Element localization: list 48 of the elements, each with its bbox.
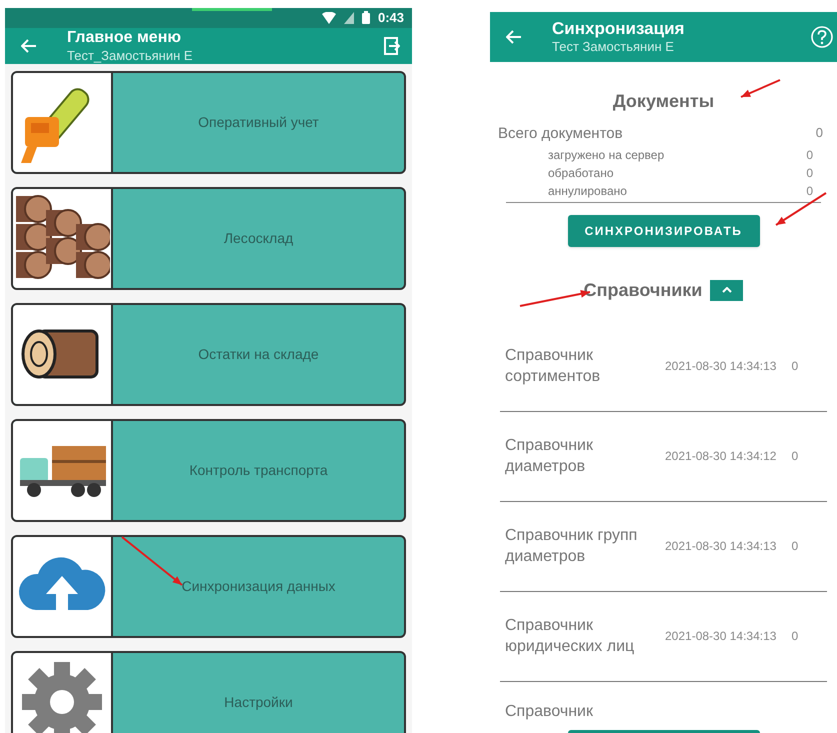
reference-date: 2021-08-30 14:34:13	[665, 358, 776, 375]
menu-item[interactable]: Контроль транспорта	[11, 418, 406, 522]
section-title: Документы	[612, 90, 714, 113]
section-title: Справочники	[584, 278, 702, 302]
total-value: 0	[816, 124, 823, 142]
detail-value: 0	[806, 164, 813, 182]
log-pile-icon	[14, 195, 110, 281]
reference-name: Справочник диаметров	[504, 436, 594, 477]
reference-date: 2021-08-30 14:34:13	[665, 538, 776, 555]
annotation-arrow	[121, 536, 183, 586]
reference-count: 0	[791, 538, 798, 555]
header-title: Главное меню	[67, 28, 182, 48]
reference-count: 0	[791, 358, 798, 375]
reference-name: Справочник юридических лиц	[504, 616, 636, 657]
menu-item[interactable]: Синхронизация данных	[11, 534, 406, 638]
back-arrow-icon[interactable]	[506, 30, 522, 44]
detail-label: обработано	[548, 164, 614, 182]
status-time: 0:43	[378, 9, 404, 27]
battery-icon	[362, 11, 370, 24]
detail-value: 0	[806, 146, 813, 164]
reference-name: Справочник сортиментов	[504, 346, 602, 387]
header-title: Синхронизация	[552, 19, 686, 39]
back-arrow-icon[interactable]	[21, 38, 37, 52]
reference-count: 0	[791, 628, 798, 645]
menu-item[interactable]: Остатки на складе	[11, 302, 406, 406]
annotation-arrow	[740, 79, 780, 98]
gear-icon	[20, 660, 104, 733]
detail-label: загружено на сервер	[548, 146, 664, 164]
logout-icon[interactable]	[384, 36, 400, 54]
header-subtitle: Тест Замостьянин Е	[552, 39, 675, 55]
reference-count: 0	[791, 448, 798, 465]
sync-button[interactable]: СИНХРОНИЗИРОВАТЬ	[568, 214, 760, 246]
menu-item[interactable]: Оперативный учет	[11, 70, 406, 174]
reference-date: 2021-08-30 14:34:13	[665, 628, 776, 645]
menu-item[interactable]: Настройки	[11, 650, 406, 733]
reference-name: Справочник	[504, 702, 594, 722]
detail-label: аннулировано	[548, 182, 627, 200]
total-label: Всего документов	[498, 124, 623, 144]
menu-item[interactable]: Лесосклад	[11, 186, 406, 290]
help-icon[interactable]	[811, 26, 833, 48]
sim-icon	[344, 12, 354, 24]
chevron-up-icon	[722, 287, 732, 293]
collapse-toggle[interactable]	[710, 280, 744, 300]
reference-date: 2021-08-30 14:34:12	[665, 448, 776, 465]
detail-value: 0	[806, 182, 813, 200]
wifi-icon	[322, 12, 336, 24]
reference-name: Справочник групп диаметров	[504, 526, 638, 567]
header-subtitle: Тест_Замостьянин Е	[67, 48, 194, 64]
